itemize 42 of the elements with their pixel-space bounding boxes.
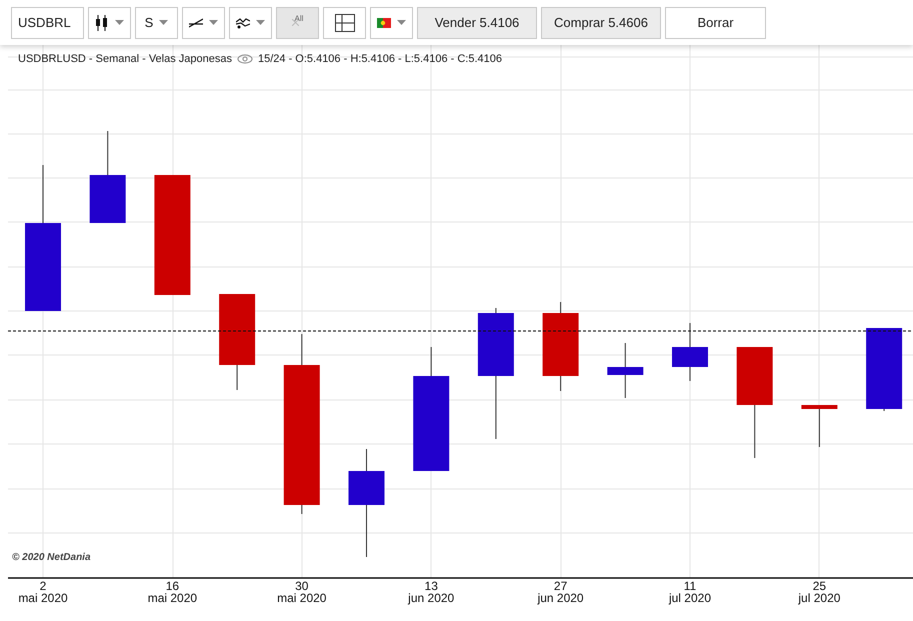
axis-label: 25 [812, 579, 826, 593]
candle [607, 342, 644, 398]
crosshair-icon [334, 14, 354, 32]
axis-label: jun 2020 [408, 591, 454, 605]
trend-line-icon [189, 18, 203, 28]
axis-label: mai 2020 [277, 591, 326, 605]
flag-icon [377, 18, 391, 28]
wave-lines-icon [236, 16, 250, 28]
symbol-dropdown[interactable]: USDBRL [11, 6, 84, 38]
caret-icon [159, 20, 168, 25]
axis-label: 30 [295, 579, 308, 593]
candle [672, 322, 708, 382]
candle [801, 404, 838, 448]
indicator-dropdown[interactable] [229, 6, 272, 38]
axis-label: jun 2020 [538, 591, 584, 605]
language-dropdown[interactable] [370, 6, 413, 38]
axis-label: 2 [40, 579, 46, 593]
clear-button[interactable]: Borrar [665, 6, 766, 38]
axis-label: 27 [554, 579, 568, 593]
chart-type-dropdown[interactable] [88, 6, 131, 38]
eye-icon[interactable] [236, 54, 253, 64]
ohlc-values: 15/24 - O:5.4106 - H:5.4106 - L:5.4106 - C:5.4106 [258, 53, 502, 65]
sell-button[interactable]: Vender 5.4106 [417, 6, 537, 38]
caret-icon [256, 20, 265, 25]
axis-label: 13 [424, 579, 438, 593]
axis-label: mai 2020 [148, 591, 198, 605]
copyright-text: © 2020 NetDania [12, 552, 91, 563]
buy-button[interactable]: Comprar 5.4606 [541, 6, 661, 38]
caret-icon [209, 20, 218, 25]
period-dropdown[interactable]: S [135, 6, 178, 38]
axis-label: 16 [166, 579, 180, 593]
chart-legend: USDBRLUSD - Semanal - Velas Japonesas [18, 53, 232, 65]
line-tool-dropdown[interactable] [182, 6, 225, 38]
caret-icon [115, 20, 124, 25]
candlestick-icon [95, 14, 109, 30]
axis-label: 11 [684, 579, 696, 593]
axis-label: jul 2020 [798, 591, 840, 605]
caret-icon [397, 20, 406, 25]
close-icon [292, 19, 299, 26]
axis-label: jul 2020 [668, 591, 712, 605]
axis-label: mai 2020 [18, 591, 68, 605]
crosshair-button[interactable] [323, 6, 366, 38]
